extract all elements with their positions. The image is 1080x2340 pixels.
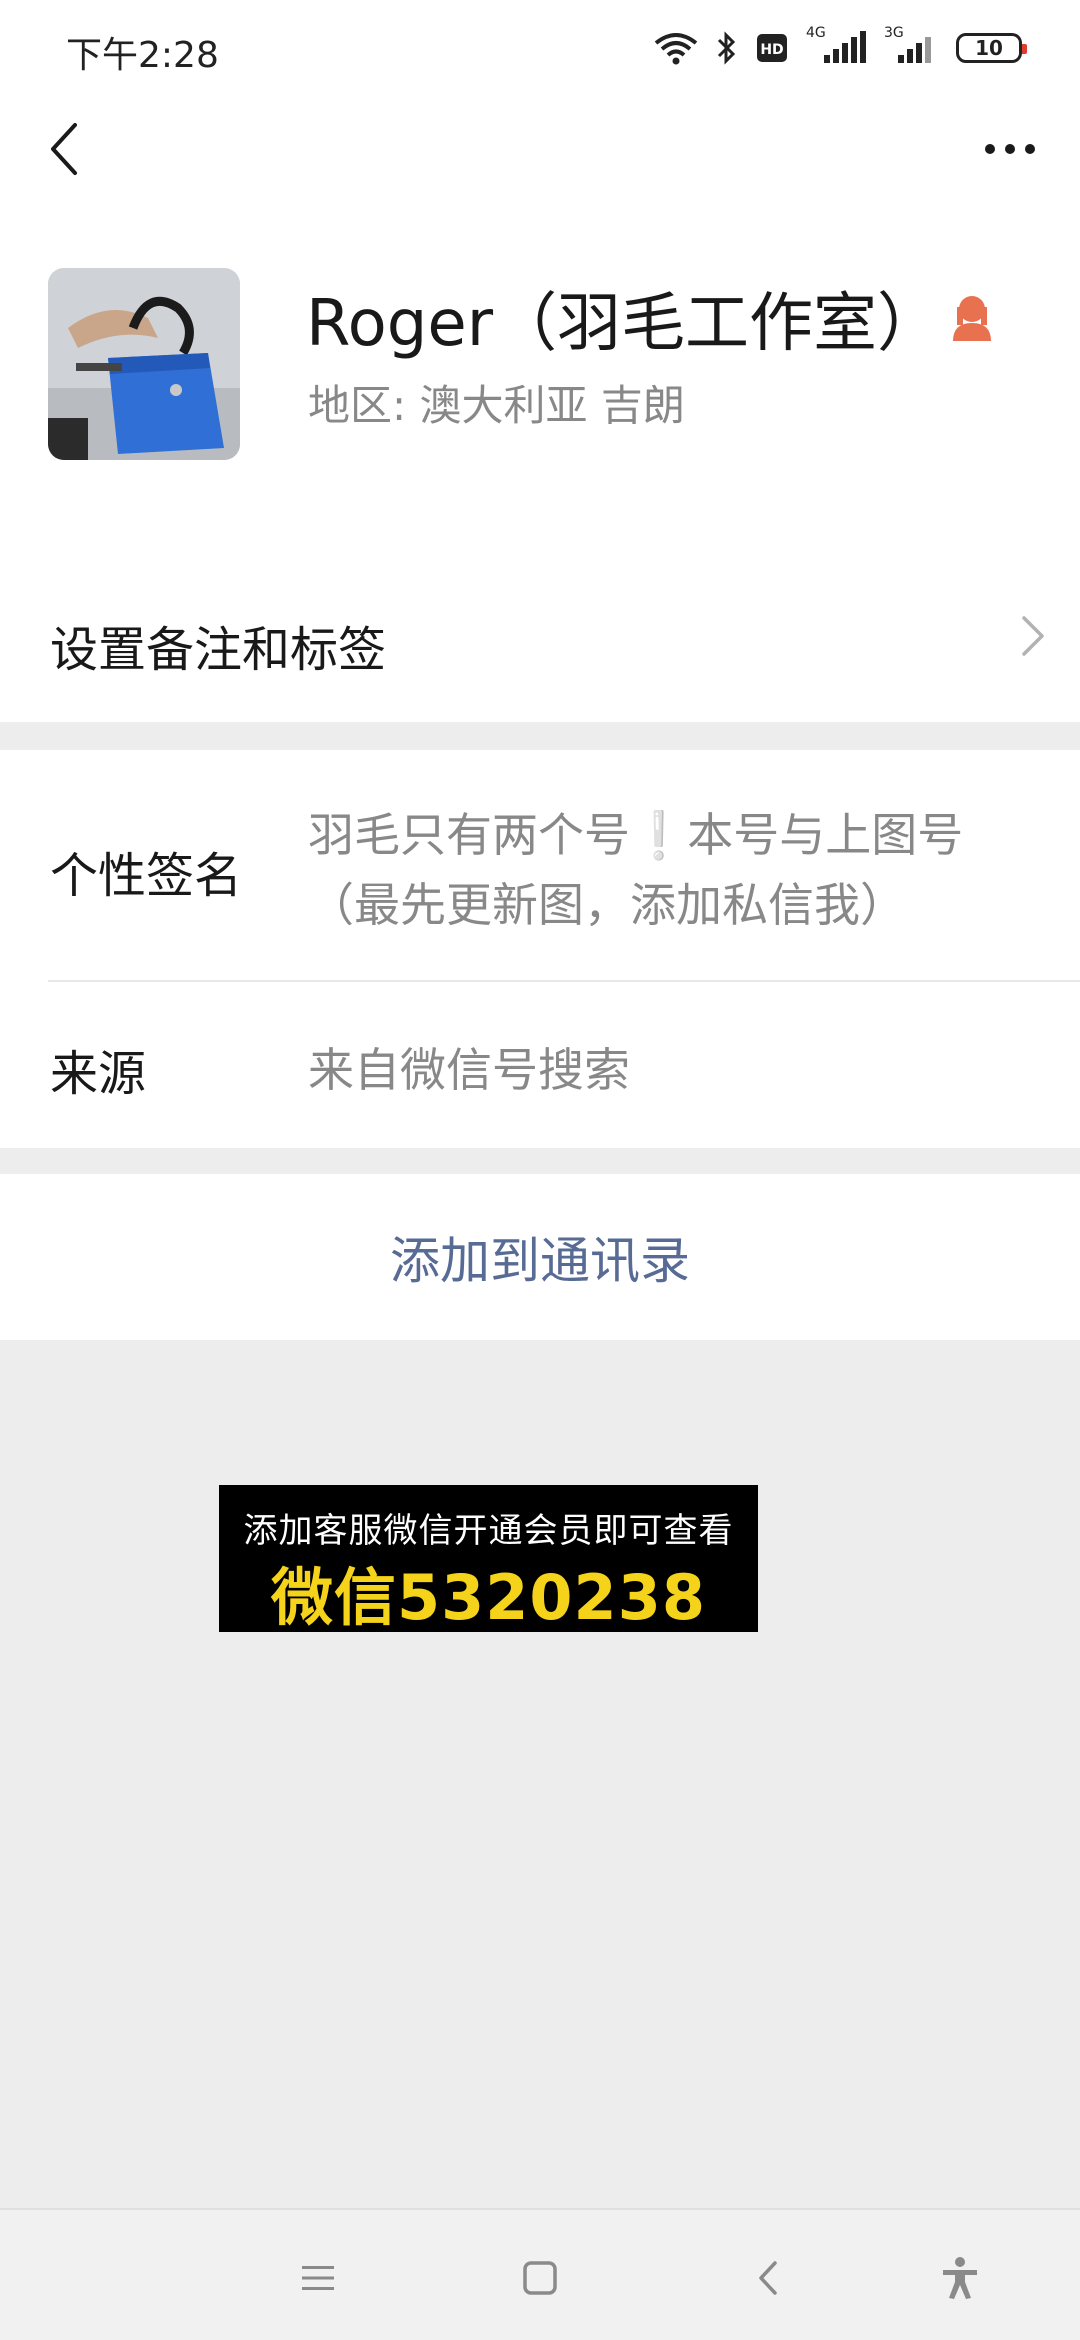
signature-label: 个性签名 [50,848,243,904]
signature-row: 个性签名 羽毛只有两个号❕本号与上图号（最先更新图，添加私信我） [0,750,1080,980]
chevron-left-icon [51,123,77,175]
profile-name: Roger（羽毛工作室） [306,287,942,361]
back-button[interactable] [30,114,100,184]
home-button[interactable] [512,2250,568,2306]
promo-banner: 添加客服微信开通会员即可查看 微信5320238 [219,1485,758,1634]
signal-icon [898,37,931,63]
set-remark-tags-cell[interactable]: 设置备注和标签 [0,556,1080,722]
signal-icon [824,31,866,63]
more-dot [1025,144,1035,154]
signal-3g: 3G [884,25,938,65]
profile-header: Roger（羽毛工作室） 地区: 澳大利亚 吉朗 [0,200,1080,556]
chevron-right-icon [1022,616,1044,656]
add-to-contacts-label: 添加到通讯录 [390,1232,690,1290]
battery-level: 10 [975,36,1003,60]
female-icon [953,296,992,341]
profile-region: 地区: 澳大利亚 吉朗 [308,381,685,430]
back-icon [759,2261,777,2295]
source-value: 来自微信号搜索 [308,1043,630,1097]
remark-label: 设置备注和标签 [50,622,387,678]
more-dot [985,144,995,154]
promo-text: 添加客服微信开通会员即可查看 [243,1511,734,1551]
info-group: 个性签名 羽毛只有两个号❕本号与上图号（最先更新图，添加私信我） 来源 来自微信… [0,750,1080,1148]
more-dot [1005,144,1015,154]
more-button[interactable] [962,114,1058,184]
hd-icon: HD [757,34,787,62]
signal-4g: 4G [806,25,866,65]
accessibility-button[interactable] [932,2250,988,2306]
avatar[interactable] [48,268,240,460]
signature-value: 羽毛只有两个号❕本号与上图号（最先更新图，添加私信我） [308,808,964,932]
menu-button[interactable] [290,2250,346,2306]
add-to-contacts-button[interactable]: 添加到通讯录 [0,1174,1080,1340]
wifi-icon [654,33,698,65]
source-row: 来源 来自微信号搜索 [0,982,1080,1148]
system-back-button[interactable] [740,2250,796,2306]
accessibility-icon [943,2257,977,2299]
avatar-image [48,268,240,460]
status-time: 下午2:28 [66,35,219,76]
status-icons: HD 4G 3G 10 [654,25,1027,68]
promo-wechat-id: 微信5320238 [271,1561,706,1634]
battery-icon: 10 [956,33,1027,63]
system-nav-bar [0,2208,1080,2340]
status-bar: 下午2:28 HD 4G 3G 10 [0,0,1080,96]
name-row: Roger（羽毛工作室） [306,272,995,364]
menu-icon [302,2266,334,2290]
svg-text:HD: HD [760,42,783,58]
home-square-icon [523,2261,557,2295]
source-label: 来源 [50,1046,147,1102]
nav-bar [0,96,1080,200]
bluetooth-icon [717,31,736,65]
